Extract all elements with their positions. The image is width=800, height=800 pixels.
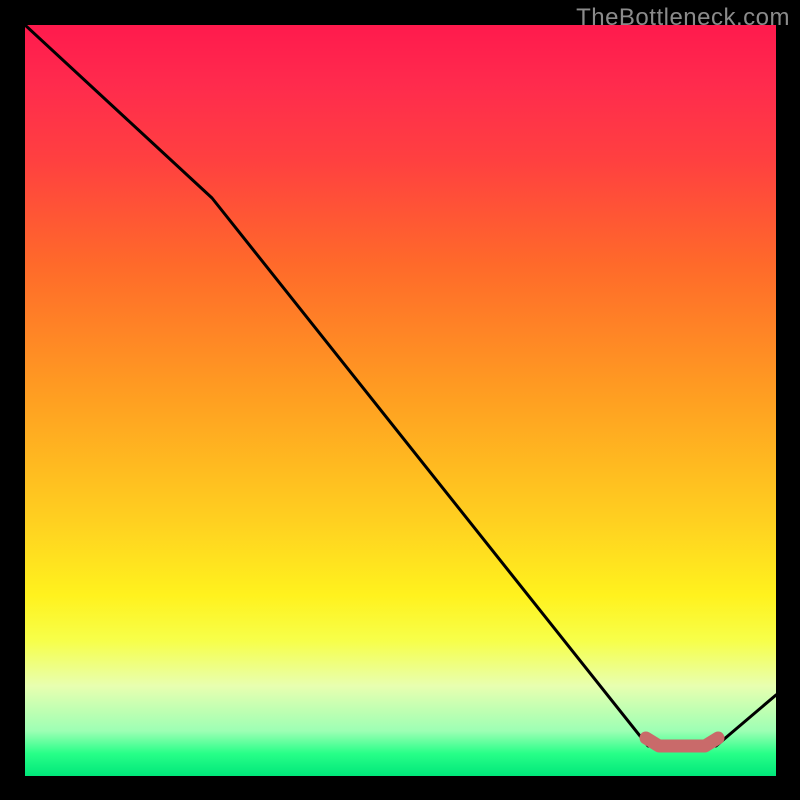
chart-svg <box>25 25 776 776</box>
plot-area <box>25 25 776 776</box>
optimal-range <box>646 738 718 746</box>
bottleneck-curve <box>25 25 776 746</box>
chart-frame: TheBottleneck.com <box>0 0 800 800</box>
